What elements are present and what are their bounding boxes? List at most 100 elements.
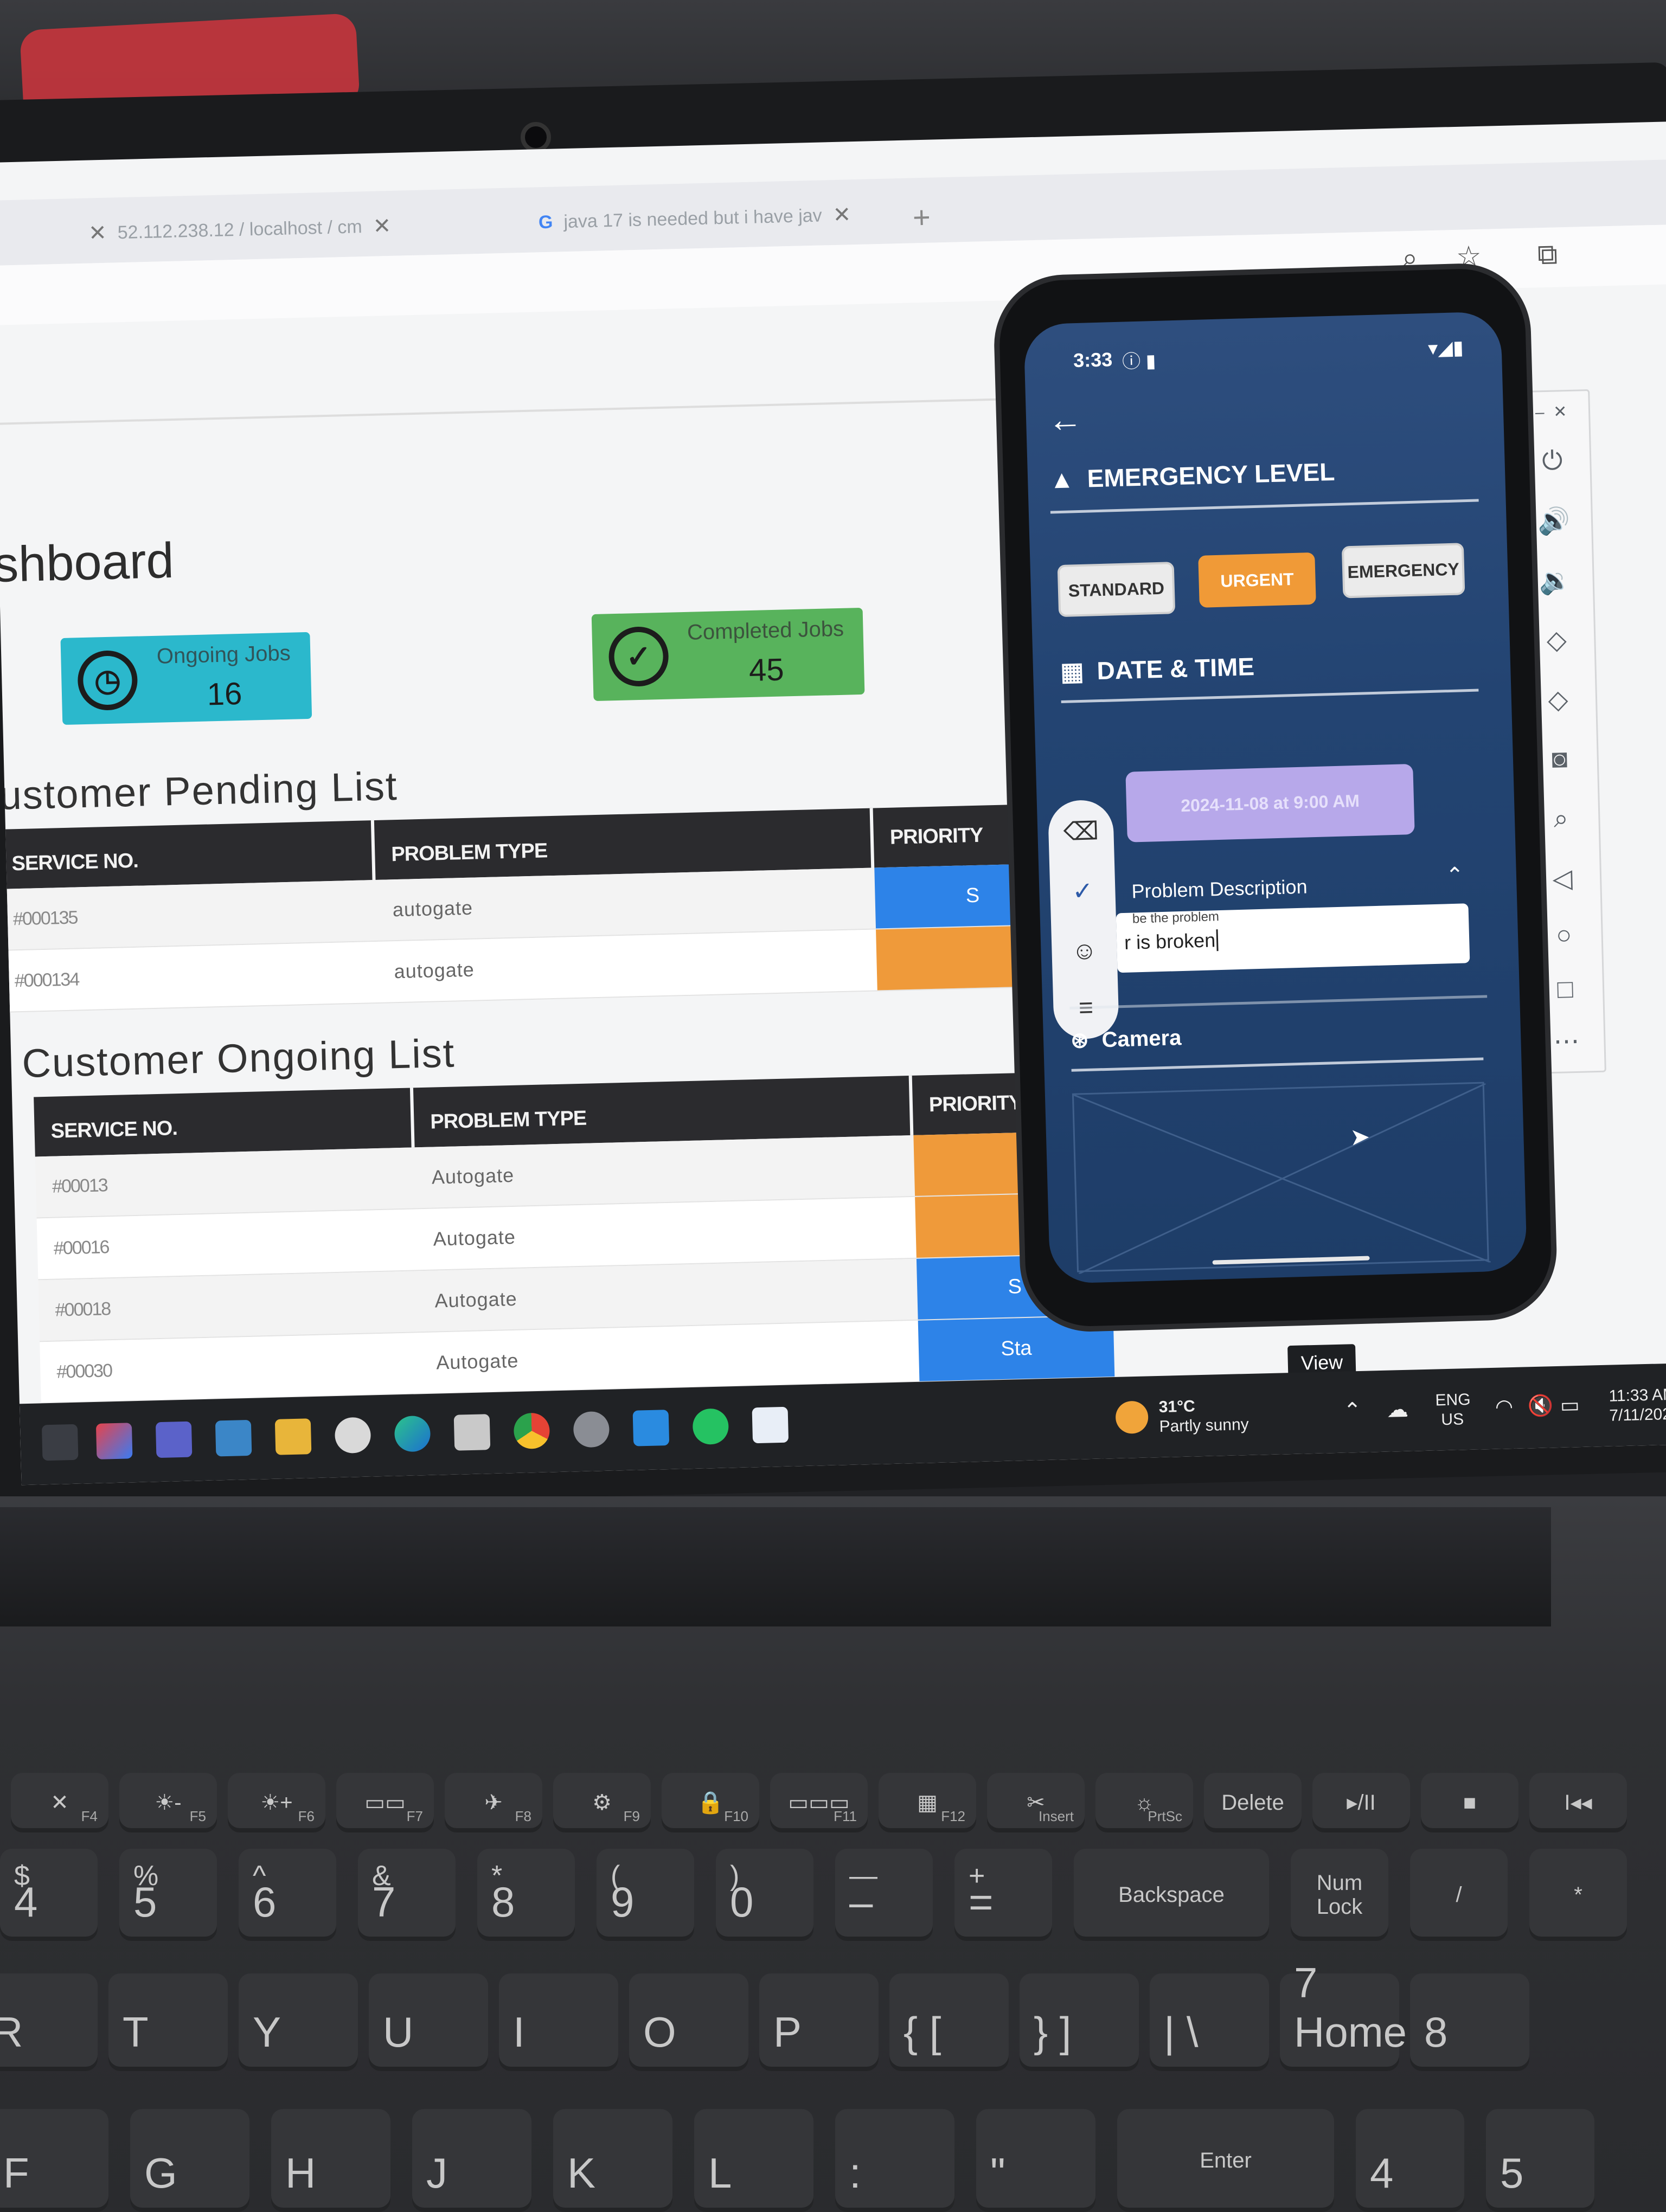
store-icon[interactable] [215, 1419, 252, 1457]
column-header[interactable]: SERVICE NO. [34, 1088, 415, 1157]
camera-preview-placeholder[interactable] [1072, 1082, 1491, 1275]
completed-jobs-card[interactable]: ✓ Completed Jobs 45 [591, 607, 865, 702]
backspace-icon[interactable]: ⌫ [1048, 815, 1114, 846]
function-key[interactable]: ▭▭ F7 [336, 1773, 434, 1832]
tab-google-search[interactable]: G java 17 is needed but i have jav ✕ [522, 195, 868, 242]
wifi-icon[interactable]: ◠ [1495, 1396, 1513, 1419]
problem-type: Autogate [431, 1163, 515, 1188]
chrome-icon[interactable] [513, 1412, 550, 1450]
letter-key[interactable]: { [ [889, 1973, 1009, 2071]
clock-date[interactable]: 7/11/2024 [1609, 1405, 1666, 1426]
chevron-up-icon[interactable]: ⌃ [1445, 863, 1464, 888]
close-icon[interactable]: ✕ [832, 202, 851, 228]
function-key[interactable]: ■ [1421, 1773, 1518, 1832]
number-key[interactable]: Backspace [1074, 1849, 1269, 1941]
number-key[interactable]: + = [954, 1849, 1052, 1941]
emergency-level-button[interactable]: EMERGENCY [1341, 543, 1465, 599]
cloud-icon[interactable]: ☁ [1386, 1398, 1408, 1422]
number-key[interactable]: % 5 [119, 1849, 217, 1941]
letter-key[interactable]: I [499, 1973, 618, 2071]
number-key[interactable]: $4 [0, 1849, 98, 1941]
whatsapp-icon[interactable] [692, 1408, 729, 1445]
emulator-icon[interactable] [752, 1406, 789, 1444]
check-icon[interactable]: ✓ [1050, 875, 1116, 906]
teams-icon[interactable] [155, 1421, 193, 1458]
number-key[interactable]: & 7 [358, 1849, 456, 1941]
urgent-level-button[interactable]: URGENT [1198, 552, 1316, 608]
language-bottom[interactable]: US [1441, 1410, 1464, 1430]
back-arrow-icon[interactable]: ← [1047, 399, 1083, 440]
letter-key[interactable]: O [629, 1973, 748, 2071]
date-time-picker-button[interactable]: 2024-11-08 at 9:00 AM [1125, 763, 1415, 843]
letter-key[interactable]: F [0, 2109, 108, 2212]
letter-key[interactable]: L [694, 2109, 813, 2212]
clock-time[interactable]: 11:33 AM [1609, 1385, 1666, 1406]
calculator-icon[interactable] [453, 1414, 491, 1451]
github-icon[interactable] [573, 1411, 610, 1448]
volume-mute-icon[interactable]: 🔇 [1527, 1394, 1553, 1418]
letter-key[interactable]: Y [239, 1973, 358, 2071]
function-key[interactable]: ▸/II [1312, 1773, 1410, 1832]
tab-phpmyadmin[interactable]: ✕ 52.112.238.12 / localhost / cm ✕ [72, 207, 408, 253]
function-key[interactable]: Delete [1204, 1773, 1302, 1832]
new-tab-button[interactable]: + [912, 200, 931, 235]
function-key[interactable]: ☼ PrtSc [1095, 1773, 1193, 1832]
function-key[interactable]: ☀- F5 [119, 1773, 217, 1832]
function-key[interactable]: ▭▭▭ F11 [770, 1773, 868, 1832]
function-key[interactable]: ⚙ F9 [553, 1773, 651, 1832]
number-key[interactable]: ^ 6 [239, 1849, 336, 1941]
letter-key[interactable]: : [835, 2109, 954, 2212]
letter-key[interactable]: U [369, 1973, 488, 2071]
number-key[interactable]: * 8 [477, 1849, 575, 1941]
function-key[interactable]: ✈ F8 [445, 1773, 542, 1832]
edge-icon[interactable] [394, 1415, 431, 1452]
letter-key[interactable]: R [0, 1973, 98, 2071]
key-label: { [ [904, 2008, 941, 2056]
close-icon[interactable]: ✕ [373, 214, 392, 239]
letter-key[interactable]: " [976, 2109, 1095, 2212]
key-label: ■ [1463, 1791, 1477, 1815]
chevron-up-icon[interactable]: ⌃ [1343, 1399, 1362, 1423]
number-key[interactable]: ) 0 [716, 1849, 813, 1941]
bookmark-star-icon[interactable]: ☆ [1456, 240, 1482, 273]
ongoing-jobs-card[interactable]: ◷ Ongoing Jobs 16 [60, 632, 312, 725]
letter-key[interactable]: Enter [1117, 2109, 1334, 2212]
function-key[interactable]: ✕ F4 [11, 1773, 108, 1832]
letter-key[interactable]: P [759, 1973, 879, 2071]
letter-key[interactable]: } ] [1020, 1973, 1139, 2071]
number-key[interactable]: (9 [597, 1849, 694, 1941]
battery-icon[interactable]: ▭ [1560, 1394, 1580, 1417]
vscode-icon[interactable] [632, 1410, 670, 1446]
letter-key[interactable]: 8 [1410, 1973, 1529, 2071]
number-key[interactable]: — – [835, 1849, 933, 1941]
letter-key[interactable]: J [412, 2109, 531, 2212]
extensions-icon[interactable]: ⧉ [1537, 238, 1558, 272]
function-key[interactable]: ▦ F12 [879, 1773, 976, 1832]
number-key[interactable]: / [1410, 1849, 1508, 1941]
column-header[interactable]: SERVICE NO. [0, 820, 376, 890]
function-key[interactable]: ☀+ F6 [228, 1773, 325, 1832]
letter-key[interactable]: G [130, 2109, 249, 2212]
number-key[interactable]: * [1529, 1849, 1627, 1941]
number-key[interactable]: Num Lock [1291, 1849, 1388, 1941]
letter-key[interactable]: K [553, 2109, 672, 2212]
language-top[interactable]: ENG [1435, 1390, 1471, 1411]
letter-key[interactable]: 7 Home [1280, 1959, 1407, 2071]
weather-desc[interactable]: Partly sunny [1159, 1415, 1249, 1437]
windows-start-icon[interactable] [41, 1424, 79, 1461]
letter-key[interactable]: 4 [1356, 2109, 1464, 2212]
standard-level-button[interactable]: STANDARD [1057, 562, 1176, 618]
letter-key[interactable]: T [108, 1973, 228, 2071]
emoji-icon[interactable]: ☺ [1052, 935, 1117, 966]
function-key[interactable]: I◂◂ [1529, 1773, 1627, 1832]
app-icon[interactable] [334, 1417, 371, 1454]
function-key[interactable]: 🔒 F10 [662, 1773, 759, 1832]
folder-icon[interactable] [274, 1418, 312, 1455]
letter-key[interactable]: | \ [1150, 1973, 1269, 2071]
copilot-icon[interactable] [95, 1423, 133, 1459]
close-icon[interactable]: ✕ [88, 221, 107, 246]
letter-key[interactable]: 5 [1486, 2109, 1594, 2212]
letter-key[interactable]: H [271, 2109, 390, 2212]
weather-temp[interactable]: 31°C [1158, 1397, 1195, 1417]
function-key[interactable]: ✂ Insert [987, 1773, 1085, 1832]
